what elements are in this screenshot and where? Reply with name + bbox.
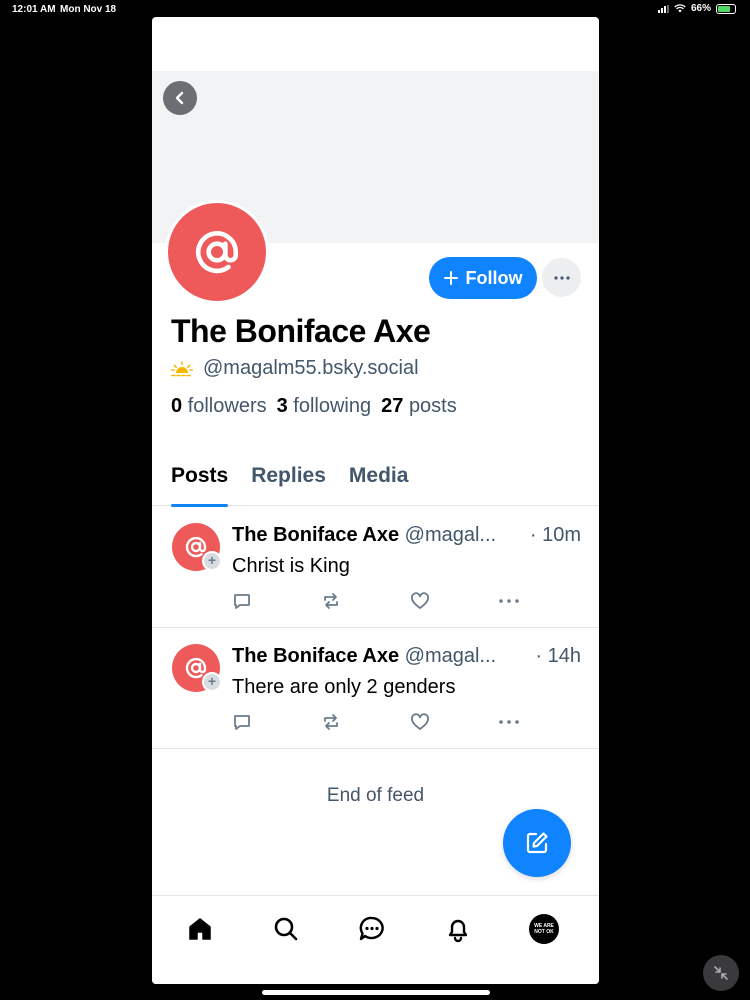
status-time: 12:01 AM (12, 4, 56, 15)
profile-handle-row: @magalm55.bsky.social (171, 357, 419, 380)
nav-chat[interactable] (355, 912, 389, 946)
followers-count: 0 (171, 395, 183, 417)
repost-icon[interactable] (321, 591, 341, 611)
post-timestamp: · 14h (531, 645, 581, 668)
post-author[interactable]: The Boniface Axe (232, 524, 399, 546)
follow-badge-icon[interactable]: + (202, 672, 222, 692)
tab-replies[interactable]: Replies (251, 464, 326, 506)
profile-screen: Follow The Boniface Axe @magalm55.bsky.s… (152, 17, 599, 984)
posts-count: 27 (381, 395, 404, 417)
following-count: 3 (276, 395, 288, 417)
follow-label: Follow (465, 267, 523, 288)
wifi-icon (674, 4, 686, 13)
profile-handle[interactable]: @magalm55.bsky.social (203, 357, 419, 380)
post-handle: @magal... (404, 524, 497, 546)
feed-post[interactable]: + The Boniface Axe @magal... · 10m Chris… (152, 507, 599, 628)
ellipsis-icon (553, 275, 570, 280)
at-sign-icon (196, 231, 239, 274)
following-label: following (293, 395, 372, 417)
search-icon (274, 917, 298, 941)
follow-button[interactable]: Follow (429, 257, 537, 299)
nav-search[interactable] (269, 912, 303, 946)
compose-button[interactable] (503, 809, 571, 877)
posts-label: posts (408, 395, 457, 417)
status-date: Mon Nov 18 (60, 4, 117, 15)
profile-stats: 0 followers 3 following 27 posts (171, 395, 457, 418)
following-stat[interactable]: 3 following (277, 395, 372, 418)
battery-icon (716, 3, 736, 14)
reply-icon[interactable] (232, 591, 252, 611)
user-avatar: WE ARE NOT OK (529, 914, 559, 944)
collapse-button[interactable] (703, 955, 739, 991)
status-indicators: 66% (657, 3, 736, 14)
sun-emoji-icon (171, 360, 193, 376)
post-timestamp: · 10m (525, 524, 581, 547)
nav-profile[interactable]: WE ARE NOT OK (527, 912, 561, 946)
bell-icon (448, 919, 468, 943)
status-bar: 12:01 AM Mon Nov 18 66% (0, 0, 750, 18)
posts-stat: 27 posts (381, 395, 457, 418)
post-author[interactable]: The Boniface Axe (232, 645, 399, 667)
end-of-feed-label: End of feed (326, 785, 425, 806)
post-text: Christ is King (232, 555, 350, 577)
post-text: There are only 2 genders (232, 676, 456, 698)
followers-label: followers (187, 395, 267, 417)
plus-icon (443, 271, 458, 285)
follow-badge-icon[interactable]: + (202, 551, 222, 571)
chevron-left-icon (175, 91, 184, 105)
collapse-arrows-icon (714, 966, 728, 980)
compose-icon (526, 832, 548, 854)
post-header: The Boniface Axe @magal... (232, 645, 582, 668)
nav-notifications[interactable] (441, 912, 475, 946)
post-more-icon[interactable] (499, 599, 519, 603)
back-button[interactable] (163, 81, 197, 115)
chat-icon (359, 916, 384, 941)
home-icon (189, 918, 211, 940)
profile-display-name: The Boniface Axe (171, 313, 431, 349)
post-handle: @magal... (404, 645, 497, 667)
like-icon[interactable] (410, 591, 430, 611)
reply-icon[interactable] (232, 712, 252, 732)
signal-icon (657, 4, 669, 13)
battery-percent: 66% (690, 3, 711, 14)
feed-post[interactable]: + The Boniface Axe @magal... · 14h There… (152, 628, 599, 749)
repost-icon[interactable] (321, 712, 341, 732)
like-icon[interactable] (410, 712, 430, 732)
profile-tabs: Posts Replies Media (152, 464, 599, 507)
post-actions (232, 712, 522, 736)
post-more-icon[interactable] (499, 720, 519, 724)
more-options-button[interactable] (542, 258, 581, 297)
tab-media[interactable]: Media (349, 464, 409, 506)
tab-posts[interactable]: Posts (171, 464, 229, 507)
followers-stat[interactable]: 0 followers (171, 395, 267, 418)
home-indicator[interactable] (262, 990, 490, 995)
nav-home[interactable] (183, 912, 217, 946)
profile-avatar[interactable] (165, 200, 269, 304)
post-actions (232, 591, 522, 615)
bottom-nav: WE ARE NOT OK (152, 895, 599, 984)
